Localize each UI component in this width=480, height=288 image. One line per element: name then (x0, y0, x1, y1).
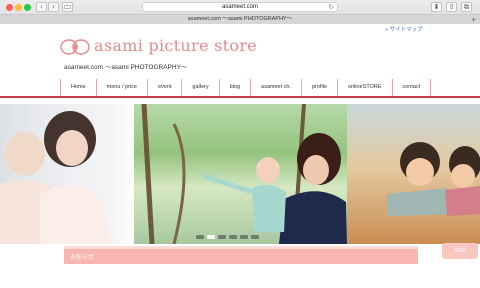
nav-profile[interactable]: profile (300, 79, 337, 96)
nav-divider (0, 96, 480, 98)
sidebar-icon[interactable]: ▭ (62, 2, 73, 12)
nav-menu-price[interactable]: menu / price (95, 79, 147, 96)
slide-dot[interactable] (218, 235, 226, 239)
hero-slideshow[interactable] (0, 104, 480, 244)
slide-dot-active[interactable] (207, 235, 215, 239)
sitemap-link[interactable]: » サイトマップ (385, 25, 423, 33)
nav-asameet-ch[interactable]: asameet ch. (250, 79, 301, 96)
hero-fade (112, 104, 134, 244)
nav-onlinestore[interactable]: onlineSTORE (336, 79, 392, 96)
slide-dot[interactable] (240, 235, 248, 239)
nav-contact[interactable]: contact (391, 79, 432, 96)
site-logo[interactable]: asami picture store (60, 36, 260, 60)
tabs-icon[interactable]: ⧉ (461, 2, 472, 12)
nav-blog[interactable]: blog (218, 79, 250, 96)
main-nav: Home menu / price event gallery blog asa… (60, 79, 432, 96)
download-icon[interactable]: ⬇ (431, 2, 442, 12)
share-icon[interactable]: ⇧ (446, 2, 457, 12)
info-section-header: お知らせ (64, 246, 418, 264)
tab-bar: asameet.com 〜asami PHOTOGRAPHY〜 + (0, 14, 480, 24)
close-window-icon[interactable] (6, 4, 13, 11)
maximize-window-icon[interactable] (24, 4, 31, 11)
back-to-top-button[interactable]: TOP (442, 243, 478, 259)
back-icon[interactable]: ‹ (36, 2, 47, 12)
url-text: asameet.com (221, 4, 258, 10)
slide-indicators (196, 235, 259, 239)
forward-icon[interactable]: › (48, 2, 59, 12)
nav-gallery[interactable]: gallery (181, 79, 218, 96)
slide-dot[interactable] (251, 235, 259, 239)
site-tagline: asameet.com 〜asami PHOTOGRAPHY〜 (64, 64, 188, 71)
nav-home[interactable]: Home (60, 79, 96, 96)
hero-photo-right (347, 104, 480, 244)
reload-icon[interactable]: ↻ (328, 3, 334, 12)
slide-dot[interactable] (229, 235, 237, 239)
info-label: お知らせ (70, 255, 94, 261)
hero-photo-left (0, 104, 112, 244)
browser-toolbar: ‹ › ▭ asameet.com ↻ ⬇ ⇧ ⧉ asameet.com 〜a… (0, 0, 480, 24)
nav-event[interactable]: event (146, 79, 181, 96)
logo-text: asami picture store (94, 36, 258, 55)
address-bar[interactable]: asameet.com ↻ (142, 2, 338, 12)
minimize-window-icon[interactable] (15, 4, 22, 11)
tab-title[interactable]: asameet.com 〜asami PHOTOGRAPHY〜 (188, 16, 292, 22)
bow-logo-icon (60, 37, 90, 62)
hero-photo-center (134, 104, 347, 244)
new-tab-icon[interactable]: + (471, 15, 476, 24)
slide-dot[interactable] (196, 235, 204, 239)
